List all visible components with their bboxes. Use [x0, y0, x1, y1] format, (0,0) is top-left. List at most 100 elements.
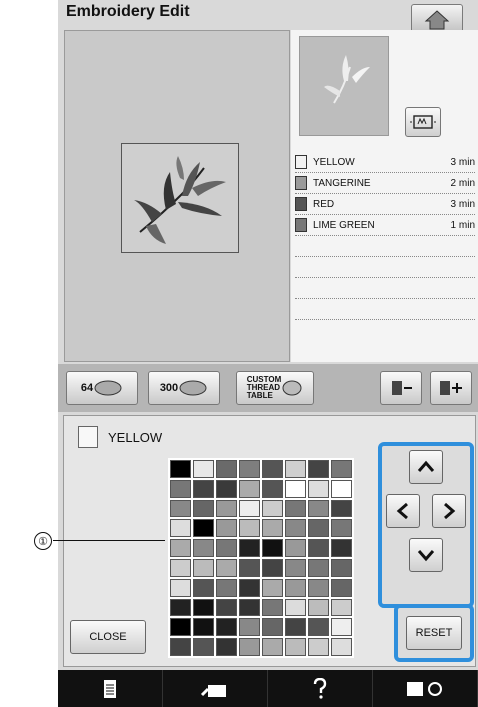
color-swatch[interactable]	[308, 499, 329, 518]
thread-row[interactable]: YELLOW 3 min	[295, 152, 475, 173]
color-swatch[interactable]	[285, 638, 306, 656]
thread-increase-button[interactable]	[430, 371, 472, 405]
color-swatch[interactable]	[170, 460, 191, 478]
color-swatch[interactable]	[193, 479, 214, 498]
color-swatch[interactable]	[239, 499, 260, 518]
color-swatch[interactable]	[285, 539, 306, 557]
color-swatch[interactable]	[331, 638, 352, 656]
help-button[interactable]	[268, 670, 373, 707]
color-swatch[interactable]	[308, 558, 329, 577]
color-swatch[interactable]	[216, 519, 237, 538]
color-swatch[interactable]	[331, 598, 352, 617]
color-swatch[interactable]	[193, 539, 214, 557]
color-swatch[interactable]	[216, 618, 237, 637]
color-swatch[interactable]	[216, 479, 237, 498]
thread-row[interactable]: TANGERINE 2 min	[295, 173, 475, 194]
color-swatch[interactable]	[216, 539, 237, 557]
color-swatch[interactable]	[285, 499, 306, 518]
color-swatch[interactable]	[170, 598, 191, 617]
arrow-up-button[interactable]	[409, 450, 443, 484]
color-swatch[interactable]	[262, 519, 283, 538]
color-swatch[interactable]	[308, 539, 329, 557]
color-swatch[interactable]	[216, 638, 237, 656]
color-swatch[interactable]	[285, 598, 306, 617]
color-swatch[interactable]	[170, 519, 191, 538]
color-swatch[interactable]	[216, 558, 237, 577]
color-swatch[interactable]	[308, 638, 329, 656]
color-swatch[interactable]	[170, 558, 191, 577]
color-swatch[interactable]	[331, 460, 352, 478]
color-swatch[interactable]	[285, 578, 306, 597]
color-swatch[interactable]	[331, 578, 352, 597]
color-swatch[interactable]	[331, 479, 352, 498]
custom-thread-table-button[interactable]: CUSTOM THREAD TABLE	[236, 371, 314, 405]
color-swatch[interactable]	[262, 558, 283, 577]
color-swatch[interactable]	[193, 598, 214, 617]
color-swatch[interactable]	[216, 499, 237, 518]
color-swatch[interactable]	[262, 618, 283, 637]
color-swatch[interactable]	[239, 539, 260, 557]
color-swatch[interactable]	[193, 578, 214, 597]
color-swatch[interactable]	[285, 460, 306, 478]
color-swatch[interactable]	[262, 578, 283, 597]
color-swatch[interactable]	[216, 460, 237, 478]
color-swatch[interactable]	[262, 499, 283, 518]
color-swatch[interactable]	[193, 618, 214, 637]
color-swatch[interactable]	[193, 638, 214, 656]
thread-row[interactable]: RED 3 min	[295, 194, 475, 215]
color-swatch[interactable]	[170, 499, 191, 518]
palette-300-button[interactable]: 300	[148, 371, 220, 405]
arrow-left-button[interactable]	[386, 494, 420, 528]
color-swatch[interactable]	[331, 499, 352, 518]
machine-settings-button[interactable]	[163, 670, 268, 707]
close-button[interactable]: CLOSE	[70, 620, 146, 654]
rotate-view-button[interactable]	[405, 107, 441, 137]
thread-row[interactable]: LIME GREEN 1 min	[295, 215, 475, 236]
color-swatch[interactable]	[193, 558, 214, 577]
color-swatch[interactable]	[331, 539, 352, 557]
color-swatch[interactable]	[285, 519, 306, 538]
color-swatch[interactable]	[170, 479, 191, 498]
color-swatch[interactable]	[331, 618, 352, 637]
color-swatch[interactable]	[262, 479, 283, 498]
color-swatch[interactable]	[308, 598, 329, 617]
color-swatch[interactable]	[239, 460, 260, 478]
color-swatch[interactable]	[262, 539, 283, 557]
color-swatch[interactable]	[308, 519, 329, 538]
document-button[interactable]	[58, 670, 163, 707]
color-swatch[interactable]	[239, 558, 260, 577]
color-swatch[interactable]	[331, 519, 352, 538]
color-swatch[interactable]	[170, 539, 191, 557]
arrow-right-button[interactable]	[432, 494, 466, 528]
arrow-down-button[interactable]	[409, 538, 443, 572]
color-swatch[interactable]	[193, 499, 214, 518]
color-swatch[interactable]	[262, 638, 283, 656]
color-swatch[interactable]	[308, 460, 329, 478]
color-swatch[interactable]	[239, 519, 260, 538]
color-swatch[interactable]	[170, 638, 191, 656]
palette-64-button[interactable]: 64	[66, 371, 138, 405]
color-swatch[interactable]	[239, 598, 260, 617]
color-swatch[interactable]	[239, 578, 260, 597]
color-swatch[interactable]	[170, 618, 191, 637]
color-swatch[interactable]	[262, 460, 283, 478]
color-swatch[interactable]	[216, 578, 237, 597]
color-swatch[interactable]	[308, 479, 329, 498]
reset-button[interactable]: RESET	[406, 616, 462, 650]
preview-toggle-button[interactable]	[373, 670, 478, 707]
color-swatch[interactable]	[170, 578, 191, 597]
color-swatch[interactable]	[239, 618, 260, 637]
color-swatch[interactable]	[193, 460, 214, 478]
color-swatch[interactable]	[239, 638, 260, 656]
color-swatch[interactable]	[285, 479, 306, 498]
color-swatch[interactable]	[285, 558, 306, 577]
color-swatch[interactable]	[308, 618, 329, 637]
color-swatch[interactable]	[262, 598, 283, 617]
color-swatch[interactable]	[308, 578, 329, 597]
color-swatch[interactable]	[216, 598, 237, 617]
color-swatch[interactable]	[331, 558, 352, 577]
color-swatch[interactable]	[239, 479, 260, 498]
color-swatch[interactable]	[193, 519, 214, 538]
color-swatch[interactable]	[285, 618, 306, 637]
thread-decrease-button[interactable]	[380, 371, 422, 405]
